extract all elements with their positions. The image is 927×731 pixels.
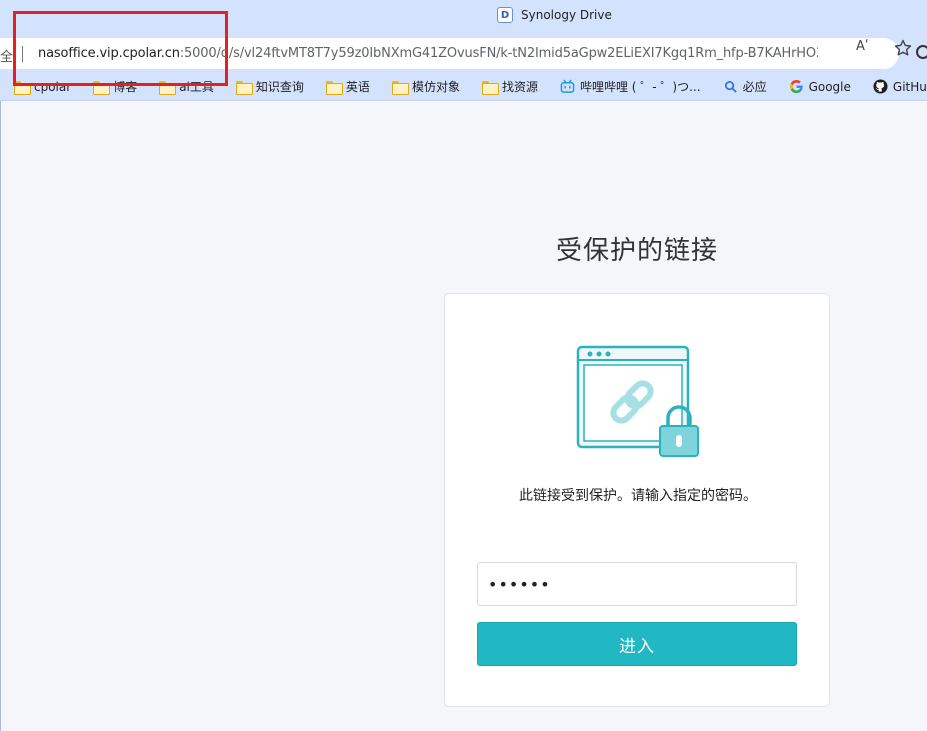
page-left-edge (0, 101, 1, 731)
bing-search-icon (724, 80, 737, 93)
read-aloud-icon[interactable]: Aʹ (856, 39, 874, 57)
bookmark-label: 找资源 (501, 80, 538, 94)
bookmark-label: GitHub (892, 79, 927, 94)
bookmark-label: 知识查询 (255, 80, 304, 94)
synology-drive-logo-icon: D (497, 7, 513, 23)
bookmark-imitate[interactable]: 模仿对象 (378, 75, 468, 99)
bookmark-github[interactable]: GitHub (859, 75, 927, 99)
extensions-icon[interactable] (916, 45, 927, 59)
bookmark-label: 哔哩哔哩 ( ゜- ゜)つ... (579, 80, 701, 94)
chrome-divider (0, 100, 927, 101)
red-highlight-box (13, 11, 228, 86)
enter-button[interactable]: 进入 (477, 622, 797, 666)
folder-icon (235, 80, 253, 95)
bookmark-resources[interactable]: 找资源 (468, 75, 546, 99)
bilibili-icon (560, 79, 575, 93)
favorite-star-icon[interactable] (893, 38, 913, 58)
bookmark-bing[interactable]: 必应 (709, 75, 775, 99)
bookmark-bilibili[interactable]: 哔哩哔哩 ( ゜- ゜)つ... (546, 75, 709, 99)
github-icon (873, 79, 888, 94)
bookmark-knowledge[interactable]: 知识查询 (222, 75, 312, 99)
protection-message: 此链接受到保护。请输入指定的密码。 (519, 488, 757, 504)
bookmark-label: Google (808, 79, 851, 94)
bookmark-label: 模仿对象 (411, 80, 460, 94)
bookmark-label: 英语 (345, 80, 370, 94)
folder-icon (391, 80, 409, 95)
window-title-group: D Synology Drive (497, 6, 612, 24)
password-input[interactable] (477, 562, 797, 606)
page-title: 受保护的链接 (555, 236, 718, 266)
address-prefix: 全 (0, 50, 14, 65)
bookmark-google[interactable]: Google (775, 75, 859, 99)
protected-link-card: 此链接受到保护。请输入指定的密码。 进入 (444, 293, 830, 707)
bookmark-english[interactable]: 英语 (312, 75, 378, 99)
url-path: :5000/d/s/vl24ftvMT8T7y59z0IbNXmG41ZOvus… (179, 46, 818, 61)
bookmark-label: 必应 (742, 80, 767, 94)
google-icon (789, 79, 803, 94)
folder-icon (481, 80, 499, 95)
protected-link-lock-icon (576, 345, 699, 457)
folder-icon (325, 80, 343, 95)
window-title: Synology Drive (521, 8, 612, 22)
